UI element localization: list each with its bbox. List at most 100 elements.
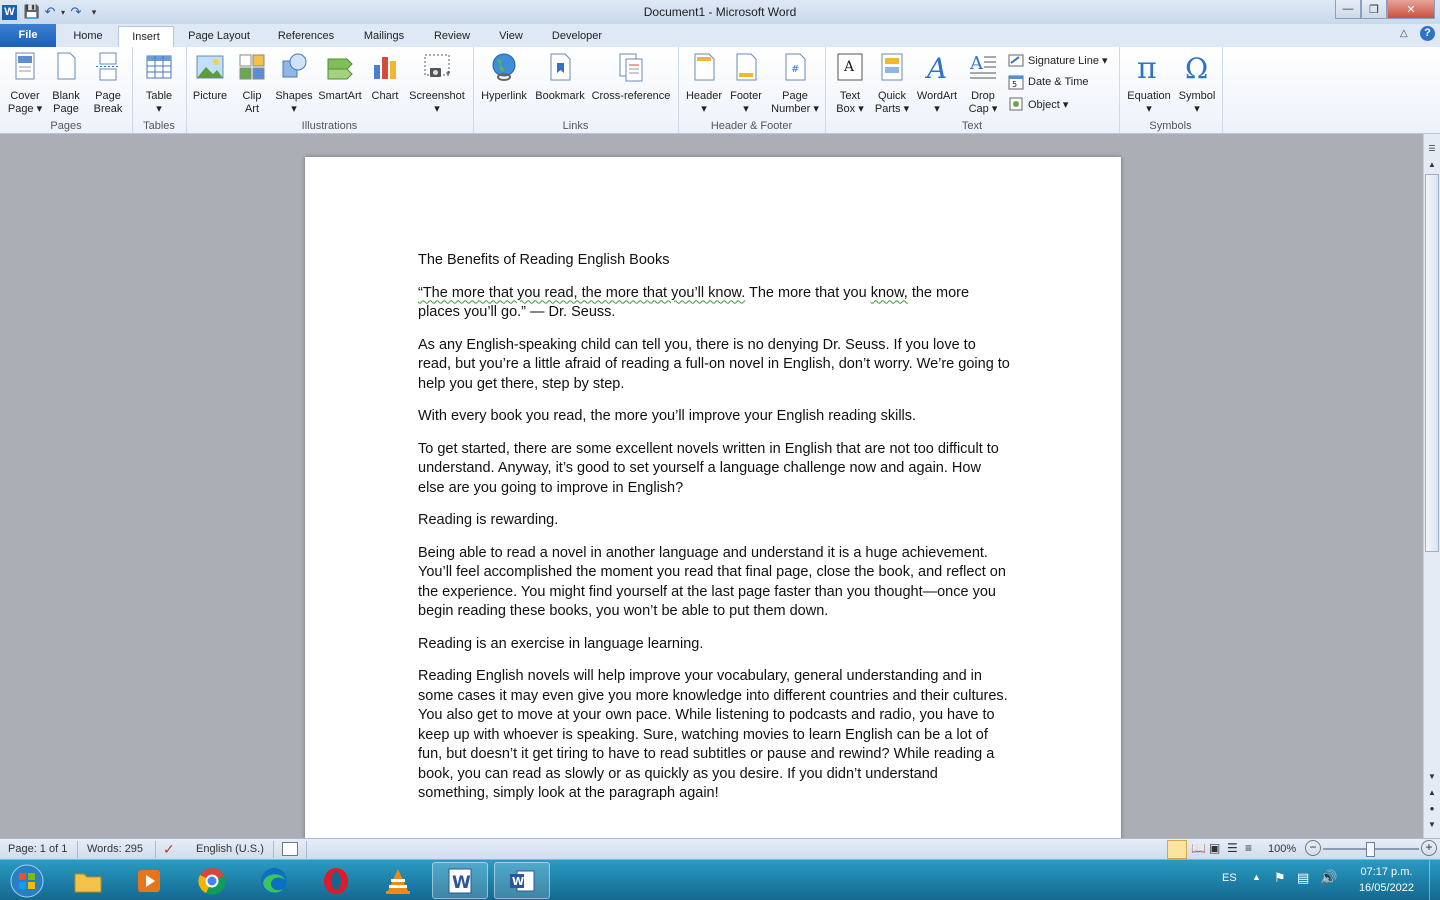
clip-art-label: Clip	[242, 90, 262, 102]
clock-time: 07:17 p.m.	[1360, 866, 1413, 878]
table-button[interactable]: Table ▾	[138, 51, 180, 116]
bookmark-icon	[550, 53, 571, 81]
minimize-button[interactable]: —	[1335, 0, 1361, 19]
scrollbar-thumb[interactable]	[1425, 174, 1439, 552]
quick-parts-label: Quick	[877, 90, 907, 102]
scroll-down-icon[interactable]: ▼	[1424, 772, 1440, 786]
hyperlink-button[interactable]: Hyperlink	[477, 51, 531, 103]
tab-mailings[interactable]: Mailings	[354, 26, 414, 47]
print-layout-view-icon[interactable]	[1167, 840, 1187, 859]
vertical-scrollbar[interactable]: ☰ ▲ ▼ ▲ ● ▼	[1423, 134, 1440, 838]
group-illustrations: Picture Clip Art Shapes ▾ SmartArt Chart…	[186, 47, 474, 133]
draft-view-icon[interactable]: ≡	[1245, 841, 1252, 855]
show-desktop-button[interactable]	[1429, 860, 1440, 900]
proofing-icon[interactable]: ✓	[163, 841, 175, 858]
page-break-button[interactable]: Page Break	[88, 51, 128, 116]
minimize-ribbon-icon[interactable]: △	[1400, 28, 1408, 39]
system-clock[interactable]: 07:17 p.m. 16/05/2022	[1359, 864, 1414, 896]
text-box-label: Text	[839, 90, 861, 102]
header-icon	[694, 53, 715, 81]
page-count[interactable]: Page: 1 of 1	[8, 843, 67, 855]
svg-text:Ω: Ω	[1185, 52, 1208, 83]
signature-line-button[interactable]: Signature Line ▾	[1008, 51, 1108, 69]
word-taskbar-button-active[interactable]: W	[432, 862, 488, 899]
cover-page-button[interactable]: Cover Page ▾	[4, 51, 46, 116]
start-button[interactable]	[2, 862, 52, 899]
tab-review[interactable]: Review	[426, 26, 478, 47]
tab-file[interactable]: File	[0, 24, 56, 47]
ruler-toggle-icon[interactable]: ☰	[1424, 144, 1440, 158]
input-language[interactable]: ES	[1222, 872, 1237, 884]
screenshot-button[interactable]: Screenshot ▾	[406, 51, 468, 116]
bookmark-button[interactable]: Bookmark	[533, 51, 587, 103]
doc-paragraph: Reading is an exercise in language learn…	[418, 635, 704, 652]
word-taskbar-button[interactable]: W	[494, 862, 550, 899]
wordart-label: WordArt	[916, 90, 958, 102]
tab-insert[interactable]: Insert	[118, 26, 174, 49]
tab-view[interactable]: View	[490, 26, 532, 47]
pi-icon: π	[1137, 51, 1157, 86]
show-hidden-icons[interactable]: ▲	[1252, 872, 1261, 882]
action-center-flag-icon[interactable]: ⚑	[1274, 870, 1286, 886]
tab-page-layout[interactable]: Page Layout	[180, 26, 258, 47]
header-button[interactable]: Header ▾	[682, 51, 726, 116]
doc-paragraph-quote: “The more that you read, the more that y…	[418, 284, 1010, 323]
cross-reference-button[interactable]: Cross-reference	[589, 51, 673, 103]
object-button[interactable]: Object ▾	[1008, 95, 1068, 113]
zoom-in-button[interactable]: +	[1421, 840, 1437, 856]
language-indicator[interactable]: English (U.S.)	[196, 843, 264, 855]
vlc-taskbar-button[interactable]	[370, 862, 426, 899]
opera-taskbar-button[interactable]	[308, 862, 364, 899]
outline-view-icon[interactable]: ☰	[1227, 841, 1238, 855]
wordart-dropdown-glyph: ▾	[934, 103, 940, 115]
help-icon[interactable]: ?	[1420, 26, 1435, 41]
cross-reference-label: Cross-reference	[591, 90, 671, 102]
table-dropdown-glyph: ▾	[156, 103, 162, 115]
blank-page-button[interactable]: Blank Page	[46, 51, 86, 116]
picture-button[interactable]: Picture	[190, 51, 230, 103]
document-body[interactable]: The Benefits of Reading English Books “T…	[418, 251, 1010, 817]
chrome-taskbar-button[interactable]	[184, 862, 240, 899]
page-number-button[interactable]: # Page Number ▾	[768, 51, 822, 116]
maximize-button[interactable]: ❐	[1361, 0, 1387, 19]
volume-icon[interactable]: 🔊	[1320, 869, 1337, 886]
group-tables: Table ▾ Tables	[132, 47, 187, 133]
browse-object-icon[interactable]: ●	[1424, 804, 1440, 818]
network-icon[interactable]: ▤	[1297, 870, 1309, 886]
media-player-taskbar-button[interactable]	[121, 862, 177, 899]
omega-icon: Ω	[1185, 52, 1208, 85]
quote-text-1: The more that you	[745, 284, 871, 301]
header-label: Header	[685, 90, 723, 102]
chart-button[interactable]: Chart	[366, 51, 404, 103]
clip-art-button[interactable]: Clip Art	[232, 51, 272, 116]
zoom-out-button[interactable]: −	[1305, 840, 1321, 856]
date-time-button[interactable]: 5 Date & Time	[1008, 73, 1089, 91]
shapes-button[interactable]: Shapes ▾	[274, 51, 314, 116]
edge-taskbar-button[interactable]	[246, 862, 302, 899]
wordart-button[interactable]: A WordArt ▾	[913, 51, 961, 116]
file-explorer-taskbar-button[interactable]	[60, 862, 116, 899]
symbol-button[interactable]: Ω Symbol ▾	[1175, 51, 1219, 116]
macro-recording-icon[interactable]	[282, 842, 298, 856]
tab-developer[interactable]: Developer	[544, 26, 610, 47]
document-page[interactable]: The Benefits of Reading English Books “T…	[305, 157, 1121, 838]
tab-home[interactable]: Home	[64, 26, 112, 47]
equation-button[interactable]: π Equation ▾	[1123, 51, 1175, 116]
text-box-button[interactable]: A Text Box ▾	[829, 51, 871, 116]
scroll-up-icon[interactable]: ▲	[1424, 160, 1440, 174]
quick-parts-button[interactable]: Quick Parts ▾	[871, 51, 913, 116]
smartart-button[interactable]: SmartArt	[316, 51, 364, 103]
footer-button[interactable]: Footer ▾	[726, 51, 766, 116]
full-screen-reading-icon[interactable]: 📖	[1191, 841, 1206, 855]
svg-text:W: W	[452, 873, 471, 893]
word-count[interactable]: Words: 295	[87, 843, 143, 855]
tab-references[interactable]: References	[270, 26, 342, 47]
drop-cap-button[interactable]: A Drop Cap ▾	[963, 51, 1003, 116]
previous-page-icon[interactable]: ▲	[1424, 788, 1440, 802]
zoom-level[interactable]: 100%	[1268, 843, 1296, 855]
close-button[interactable]: ✕	[1387, 0, 1435, 19]
zoom-slider-thumb[interactable]	[1366, 842, 1375, 857]
next-page-icon[interactable]: ▼	[1424, 820, 1440, 834]
edge-icon	[261, 867, 287, 894]
web-layout-icon[interactable]: ▣	[1209, 841, 1220, 855]
